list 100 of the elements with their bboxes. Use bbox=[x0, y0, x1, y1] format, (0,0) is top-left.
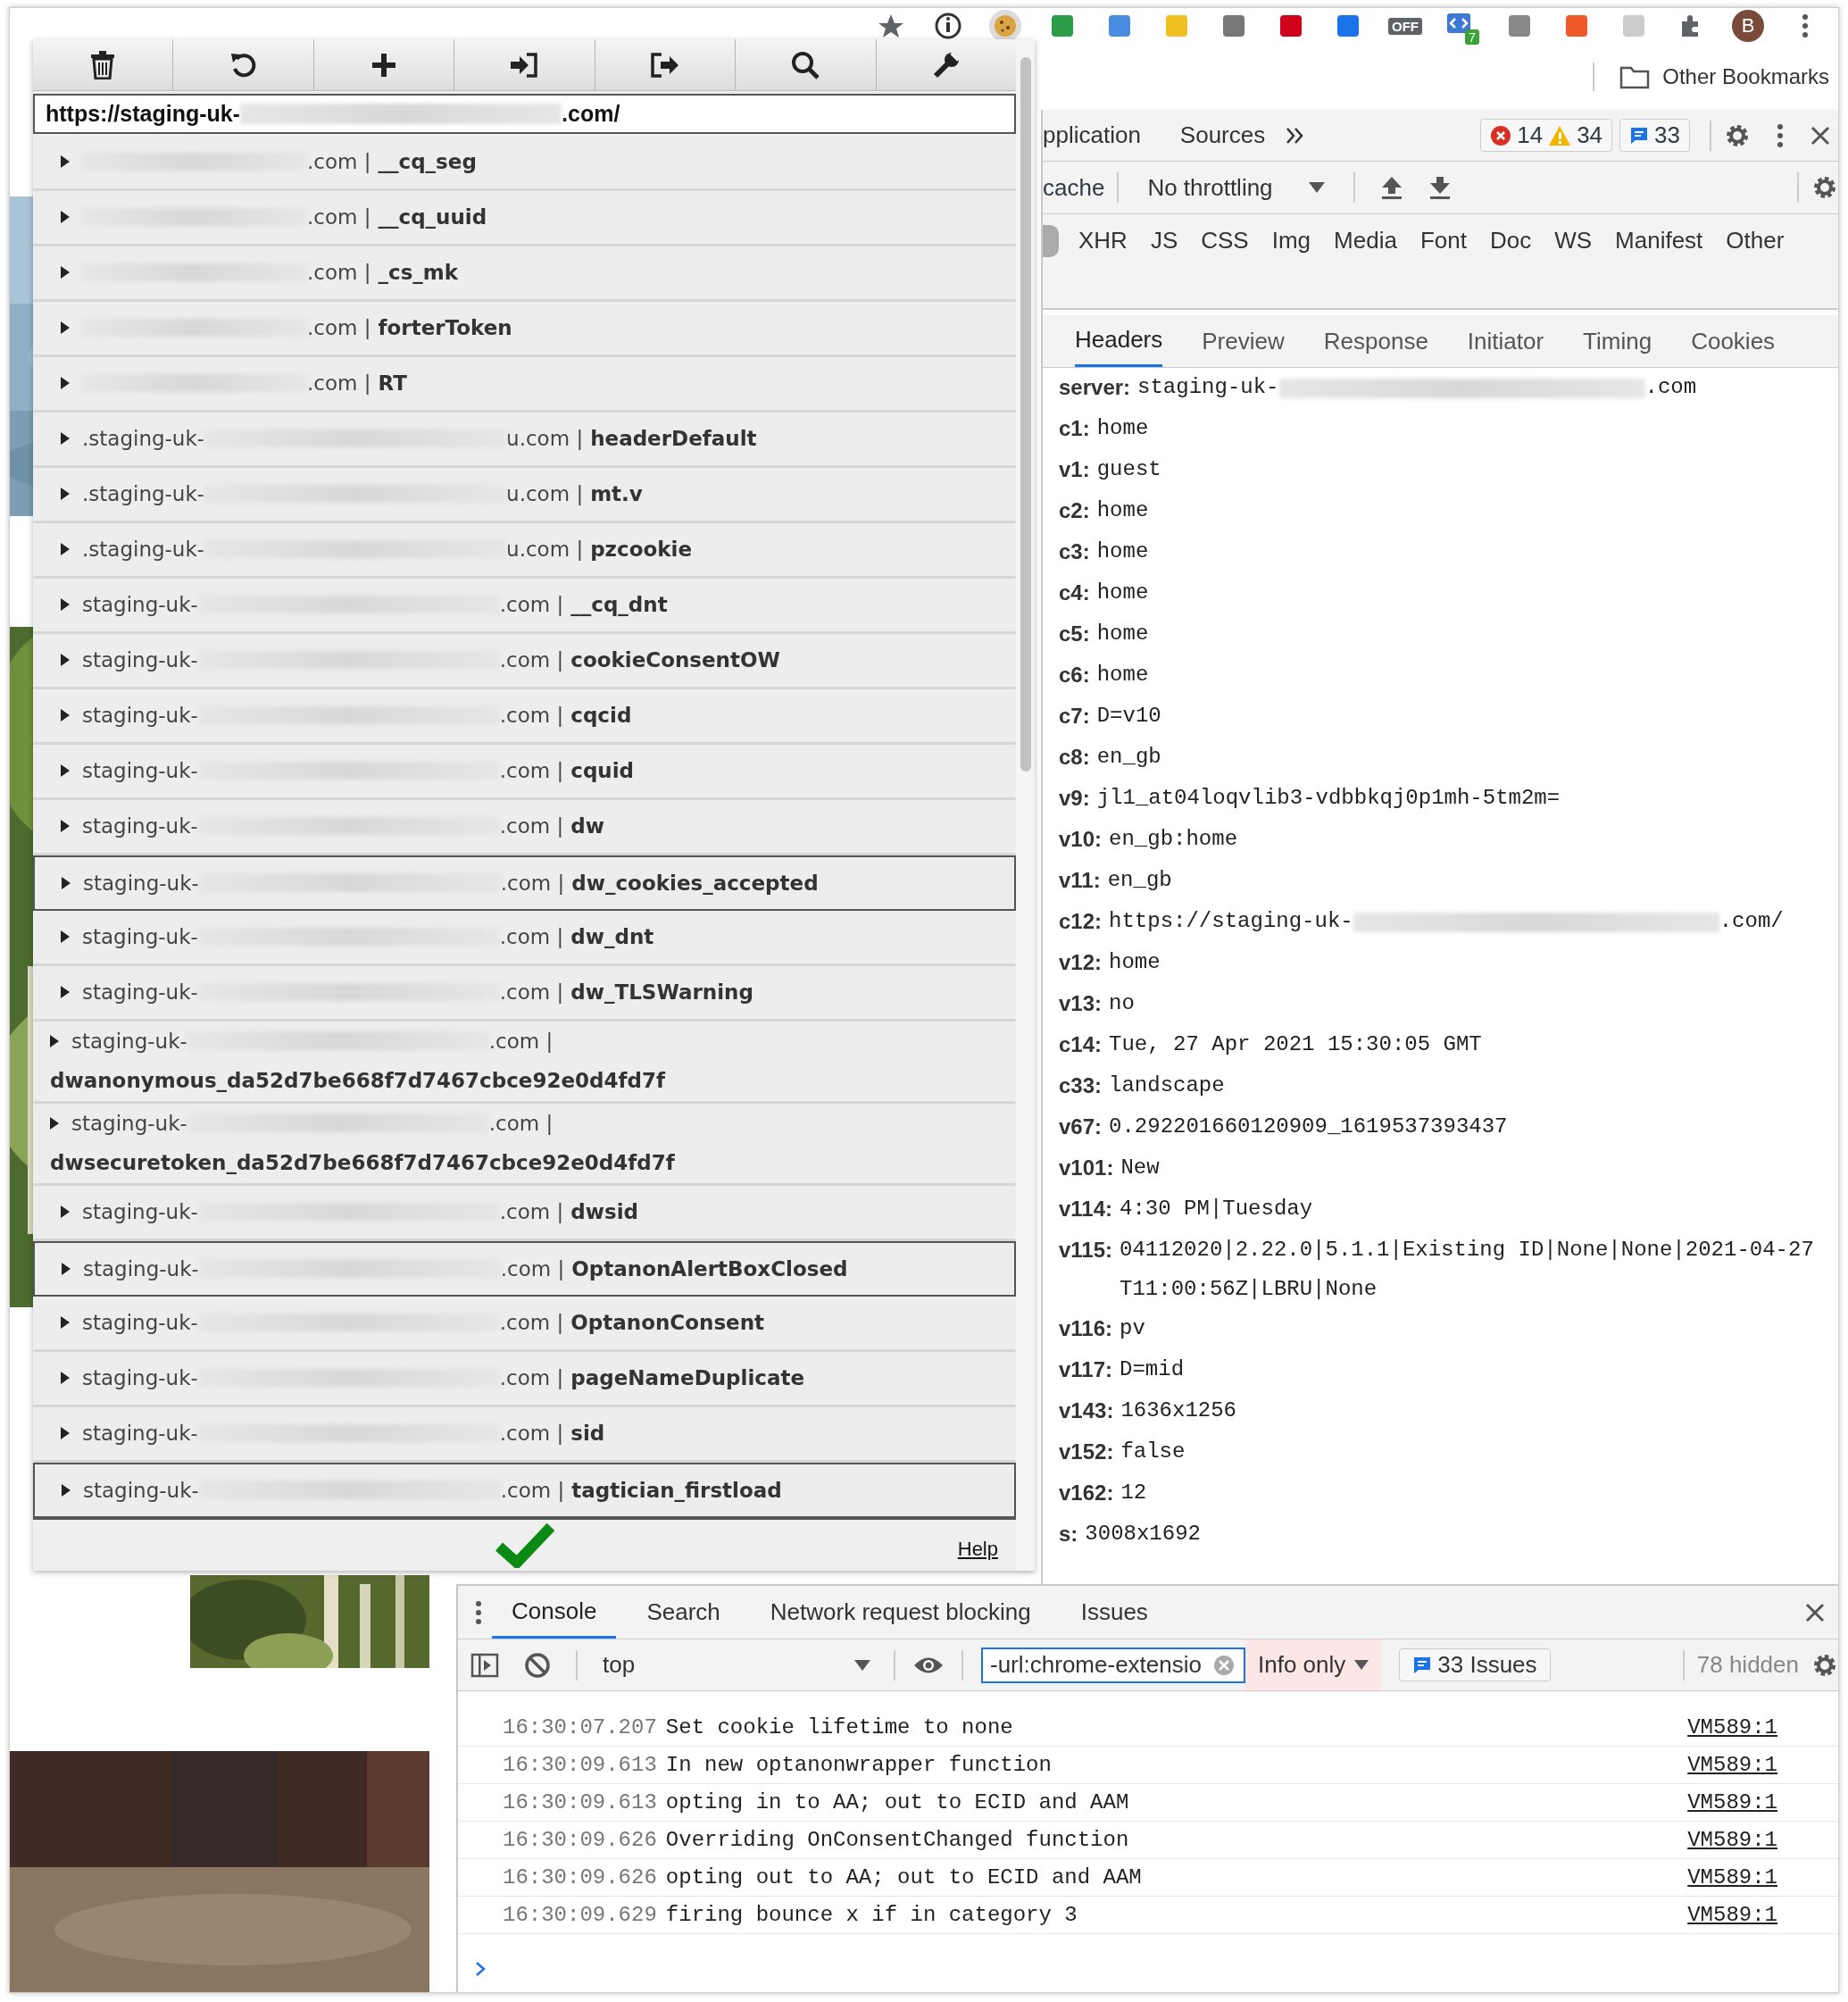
cookie-row[interactable]: staging-uk- .com | OptanonAlertBoxClosed bbox=[33, 1240, 1016, 1297]
bookmark-folder[interactable]: Other Bookmarks bbox=[1662, 64, 1829, 89]
cookie-domain: staging-uk- bbox=[82, 1366, 198, 1390]
log-level-select[interactable]: Info only bbox=[1245, 1639, 1382, 1690]
cookie-domain: .com | bbox=[499, 980, 564, 1005]
issue-counter[interactable]: 14 34 bbox=[1480, 119, 1613, 152]
cookie-row[interactable]: staging-uk- .com | dwanonymous_da52d7be668f7d7467cbce92e0d4fd7f bbox=[33, 1021, 1016, 1104]
issues-button[interactable]: 33 Issues bbox=[1399, 1648, 1551, 1681]
cookie-row[interactable]: .com | _cs_mk bbox=[33, 246, 1016, 302]
header-value: home bbox=[1109, 949, 1161, 976]
cookie-row[interactable]: .staging-uk- u.com | pzcookie bbox=[33, 522, 1016, 579]
filter-type[interactable]: WS bbox=[1547, 225, 1600, 256]
cookie-row[interactable]: staging-uk- .com | tagtician_firstload bbox=[33, 1462, 1016, 1518]
cookie-row[interactable]: staging-uk- .com | __cq_dnt bbox=[33, 578, 1016, 634]
header-name: v152: bbox=[1059, 1439, 1114, 1465]
help-link[interactable]: Help bbox=[957, 1537, 998, 1561]
cookie-row[interactable]: .staging-uk- u.com | mt.v bbox=[33, 467, 1016, 523]
throttling-select[interactable]: No throttling bbox=[1131, 173, 1341, 202]
detail-tab[interactable]: Preview bbox=[1202, 315, 1285, 367]
context-select[interactable]: top bbox=[590, 1651, 881, 1679]
header-value: https://staging-uk- bbox=[1109, 908, 1353, 935]
header-name: server: bbox=[1059, 374, 1131, 401]
filter-field[interactable]: -url:chrome-extensio bbox=[981, 1647, 1245, 1683]
cookie-row[interactable]: staging-uk- .com | dw_dnt bbox=[33, 910, 1016, 966]
cookie-row[interactable]: staging-uk- .com | sid bbox=[33, 1406, 1016, 1463]
header-name: v10: bbox=[1059, 826, 1103, 853]
source-link[interactable]: VM589:1 bbox=[1687, 1865, 1777, 1889]
cookie-domain: staging-uk- bbox=[82, 1311, 198, 1335]
message-count: 33 bbox=[1654, 121, 1680, 149]
cookie-row[interactable]: .com | forterToken bbox=[33, 301, 1016, 357]
filter-type[interactable]: Other bbox=[1719, 225, 1792, 256]
cookie-name: pageNameDuplicate bbox=[570, 1366, 805, 1390]
timestamp: 16:30:09.629 bbox=[503, 1903, 657, 1927]
filter-type[interactable]: JS bbox=[1143, 225, 1186, 256]
detail-tab[interactable]: Cookies bbox=[1691, 315, 1776, 367]
message-counter[interactable]: 33 bbox=[1619, 119, 1690, 152]
source-link[interactable]: VM589:1 bbox=[1687, 1903, 1777, 1927]
header-value: 1636x1256 bbox=[1120, 1397, 1236, 1424]
drawer-tab[interactable]: Search bbox=[627, 1586, 740, 1639]
filter-type[interactable]: Font bbox=[1412, 225, 1474, 256]
cookie-domain: staging-uk- bbox=[82, 925, 198, 949]
cookie-domain: .com | bbox=[307, 205, 371, 229]
header-value: .com bbox=[1644, 374, 1697, 401]
source-link[interactable]: VM589:1 bbox=[1687, 1790, 1777, 1814]
timestamp: 16:30:09.626 bbox=[503, 1828, 657, 1852]
header-name: v162: bbox=[1059, 1480, 1114, 1506]
cookie-row[interactable]: staging-uk- .com | cookieConsentOW bbox=[33, 633, 1016, 689]
cookie-domain: staging-uk- bbox=[82, 980, 198, 1005]
drawer-tab[interactable]: Network request blocking bbox=[750, 1586, 1051, 1639]
cookie-row[interactable]: staging-uk- .com | pageNameDuplicate bbox=[33, 1351, 1016, 1407]
cookie-row[interactable]: .com | RT bbox=[33, 356, 1016, 413]
detail-tab[interactable]: Timing bbox=[1583, 315, 1652, 367]
source-link[interactable]: VM589:1 bbox=[1687, 1828, 1777, 1852]
panel-tab[interactable]: pplication bbox=[1043, 121, 1161, 149]
filter-type[interactable]: Img bbox=[1264, 225, 1319, 256]
filter-type[interactable]: Doc bbox=[1482, 225, 1539, 256]
filter-type[interactable]: Media bbox=[1327, 225, 1404, 256]
cookie-row[interactable]: staging-uk- .com | cquid bbox=[33, 744, 1016, 800]
panel-tab[interactable]: Sources bbox=[1160, 121, 1286, 149]
header-name: c2: bbox=[1059, 497, 1090, 524]
header-value: home bbox=[1096, 580, 1149, 606]
cookie-row[interactable]: staging-uk- .com | dw bbox=[33, 799, 1016, 855]
detail-tab[interactable]: Response bbox=[1323, 315, 1428, 367]
filter-type[interactable]: XHR bbox=[1071, 225, 1135, 256]
url-field[interactable]: https://staging-uk- .com/ bbox=[33, 94, 1016, 134]
cookie-row[interactable]: .staging-uk- u.com | headerDefault bbox=[33, 412, 1016, 468]
cookie-domain: u.com | bbox=[506, 482, 584, 506]
timestamp: 16:30:09.613 bbox=[503, 1753, 657, 1777]
header-name: v116: bbox=[1059, 1315, 1113, 1342]
cookie-domain: .com | bbox=[499, 814, 564, 838]
cookie-row[interactable]: staging-uk- .com | OptanonConsent bbox=[33, 1296, 1016, 1352]
profile-avatar[interactable]: B bbox=[1732, 10, 1764, 42]
cookie-row[interactable]: .com | __cq_uuid bbox=[33, 190, 1016, 246]
header-name: v12: bbox=[1059, 949, 1103, 976]
cookie-name: tagtician_firstload bbox=[571, 1478, 782, 1502]
source-link[interactable]: VM589:1 bbox=[1687, 1715, 1777, 1739]
cookie-row[interactable]: staging-uk- .com | dw_cookies_accepted bbox=[33, 855, 1016, 911]
header-value: no bbox=[1109, 990, 1135, 1017]
header-name: v67: bbox=[1059, 1114, 1103, 1140]
filter-type[interactable]: Manifest bbox=[1608, 225, 1711, 256]
source-link[interactable]: VM589:1 bbox=[1687, 1753, 1777, 1777]
cookie-row[interactable]: staging-uk- .com | dw_TLSWarning bbox=[33, 965, 1016, 1022]
header-name: c33: bbox=[1059, 1072, 1103, 1099]
filter-type[interactable]: CSS bbox=[1194, 225, 1256, 256]
count-badge: 7 bbox=[1464, 29, 1479, 45]
detail-tab[interactable]: Initiator bbox=[1467, 315, 1544, 367]
cookie-row[interactable]: .com | __cq_seg bbox=[33, 135, 1016, 191]
header-name: v114: bbox=[1059, 1196, 1113, 1222]
checkbox-label: cache bbox=[1043, 173, 1105, 202]
timestamp: 16:30:09.626 bbox=[503, 1865, 657, 1889]
header-name: c6: bbox=[1059, 662, 1090, 688]
cookie-domain: staging-uk- bbox=[82, 759, 198, 783]
header-name: c7: bbox=[1059, 703, 1090, 730]
cookie-row[interactable]: staging-uk- .com | dwsid bbox=[33, 1185, 1016, 1241]
cookie-row[interactable]: staging-uk- .com | cqcid bbox=[33, 688, 1016, 745]
extension-badge[interactable]: OFF bbox=[1388, 17, 1422, 35]
detail-tab[interactable]: Headers bbox=[1075, 315, 1163, 367]
header-value: home bbox=[1096, 497, 1149, 524]
drawer-tab[interactable]: Issues bbox=[1061, 1586, 1168, 1639]
cookie-domain: u.com | bbox=[506, 427, 584, 451]
